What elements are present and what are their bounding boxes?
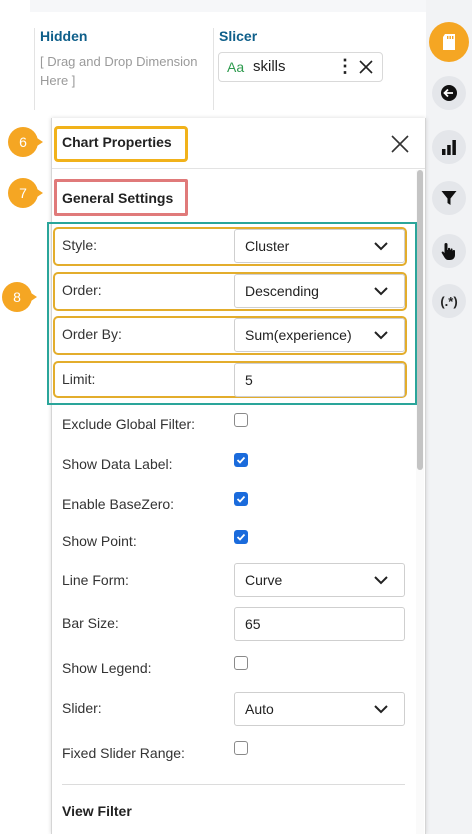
show-point-label: Show Point: [62,533,137,549]
limit-label: Limit: [62,371,96,387]
hidden-title: Hidden [40,28,88,44]
bar-size-label: Bar Size: [62,615,119,631]
chip-label: skills [253,58,286,75]
right-toolbar: (.*) [426,0,472,834]
slider-select[interactable]: Auto [234,692,405,726]
order-by-label: Order By: [62,326,122,342]
line-form-label: Line Form: [62,572,129,588]
exclude-global-filter-label: Exclude Global Filter: [62,416,196,432]
top-bar [30,0,426,12]
exclude-global-filter-checkbox[interactable] [234,413,248,427]
enable-basezero-label: Enable BaseZero: [62,496,175,512]
sd-card-icon [443,34,455,50]
regex-icon: (.*) [440,293,458,309]
dropzones: Hidden [ Drag and Drop Dimension Here ] … [30,12,426,112]
filter-button[interactable] [432,181,466,215]
bar-chart-icon [442,140,456,155]
slicer-chip-skills[interactable]: Aa skills ⋮ [218,52,383,82]
filter-icon [441,191,457,205]
fixed-slider-range-checkbox[interactable] [234,741,248,755]
slider-value: Auto [245,701,274,717]
kebab-menu-icon[interactable]: ⋮ [336,56,354,77]
check-icon [236,533,246,541]
slicer-title: Slicer [219,28,258,44]
callout-6: 6 [8,127,43,157]
pointer-hand-icon [441,243,455,260]
left-strip [0,112,30,834]
show-legend-checkbox[interactable] [234,656,248,670]
regex-button[interactable]: (.*) [432,284,466,318]
show-data-label-label: Show Data Label: [62,456,173,472]
style-select[interactable]: Cluster [234,229,405,263]
order-label: Order: [62,282,102,298]
show-legend-label: Show Legend: [62,660,152,676]
slider-label: Slider: [62,700,102,716]
style-value: Cluster [245,238,290,254]
fixed-slider-range-label: Fixed Slider Range: [62,745,185,761]
hidden-hint: [ Drag and Drop Dimension Here ] [40,54,198,88]
chart-properties-highlight [54,126,188,162]
order-value: Descending [245,283,319,299]
chart-button[interactable] [432,130,466,164]
bar-size-value: 65 [245,616,261,632]
panel-scrollbar[interactable] [416,170,424,834]
chevron-down-icon [374,287,388,296]
order-by-value: Sum(experience) [245,327,352,343]
sd-card-button[interactable] [429,22,469,62]
callout-pointer [34,187,43,199]
line-form-value: Curve [245,572,283,588]
style-label: Style: [62,237,98,253]
callout-pointer [28,291,37,303]
close-icon[interactable] [358,59,374,75]
callout-8: 8 [2,282,37,312]
view-filter-title[interactable]: View Filter [62,803,132,819]
general-settings-title: General Settings [62,190,174,206]
chevron-down-icon [374,576,388,585]
back-arrow-icon [441,85,457,101]
limit-value: 5 [245,372,253,388]
order-by-select[interactable]: Sum(experience) [234,318,405,352]
interaction-button[interactable] [432,234,466,268]
slicer-dropzone[interactable]: Slicer Aa skills ⋮ [214,28,426,110]
divider [62,784,405,785]
show-data-label-checkbox[interactable] [234,453,248,467]
callout-pointer [34,136,43,148]
text-type-icon: Aa [227,59,245,75]
chevron-down-icon [374,242,388,251]
enable-basezero-checkbox[interactable] [234,492,248,506]
chevron-down-icon [374,331,388,340]
scrollbar-thumb[interactable] [417,170,423,470]
close-icon[interactable] [390,134,410,154]
bar-size-input[interactable]: 65 [234,607,405,641]
hidden-dropzone[interactable]: Hidden [ Drag and Drop Dimension Here ] [34,28,214,110]
back-button[interactable] [432,76,466,110]
line-form-select[interactable]: Curve [234,563,405,597]
check-icon [236,495,246,503]
show-point-checkbox[interactable] [234,530,248,544]
limit-input[interactable]: 5 [234,363,405,397]
chevron-down-icon [374,705,388,714]
check-icon [236,456,246,464]
callout-7: 7 [8,178,43,208]
order-select[interactable]: Descending [234,274,405,308]
